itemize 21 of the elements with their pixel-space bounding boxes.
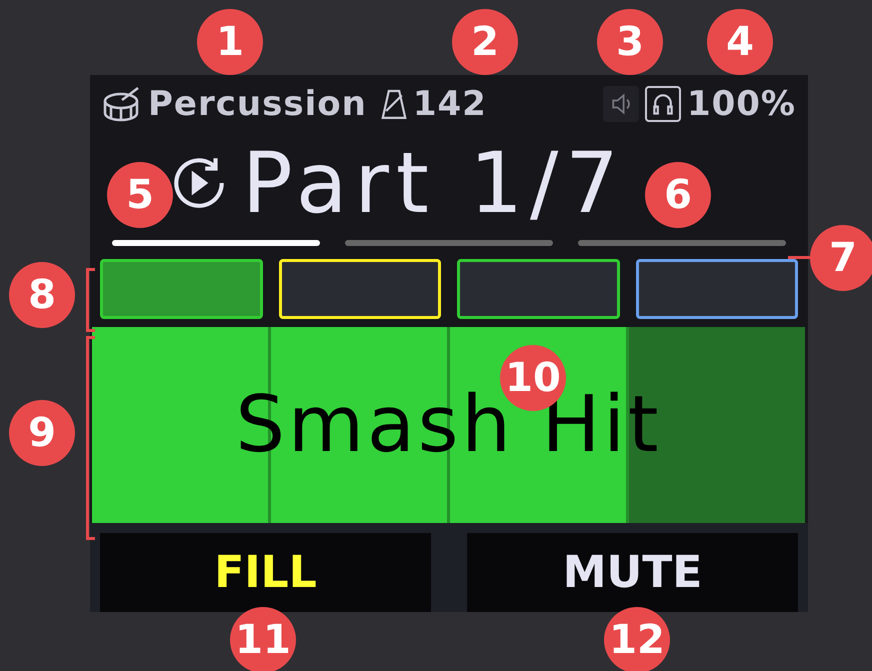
volume-value: 100% — [686, 84, 796, 124]
callout-number: 3 — [597, 9, 663, 75]
callout-number: 7 — [810, 225, 872, 291]
pattern-slot[interactable] — [457, 259, 620, 319]
part-title: Part 1/7 — [242, 134, 626, 232]
callout-number: 11 — [230, 607, 296, 671]
callout-number: 4 — [707, 9, 773, 75]
tempo-value: 142 — [412, 84, 487, 124]
callout-number: 2 — [452, 9, 518, 75]
callout-number: 1 — [197, 9, 263, 75]
callout-number: 9 — [9, 400, 75, 466]
fill-button[interactable]: FILL — [100, 533, 431, 612]
callout-number: 8 — [9, 262, 75, 328]
bracket-line — [86, 268, 95, 332]
pattern-slot[interactable] — [636, 259, 798, 319]
headphones-toggle[interactable] — [644, 86, 681, 122]
speaker-toggle[interactable] — [602, 86, 639, 122]
metronome-icon — [380, 87, 407, 121]
mute-button[interactable]: MUTE — [467, 533, 798, 612]
callout-number: 12 — [604, 607, 670, 671]
instrument-name: Percussion — [148, 84, 367, 124]
